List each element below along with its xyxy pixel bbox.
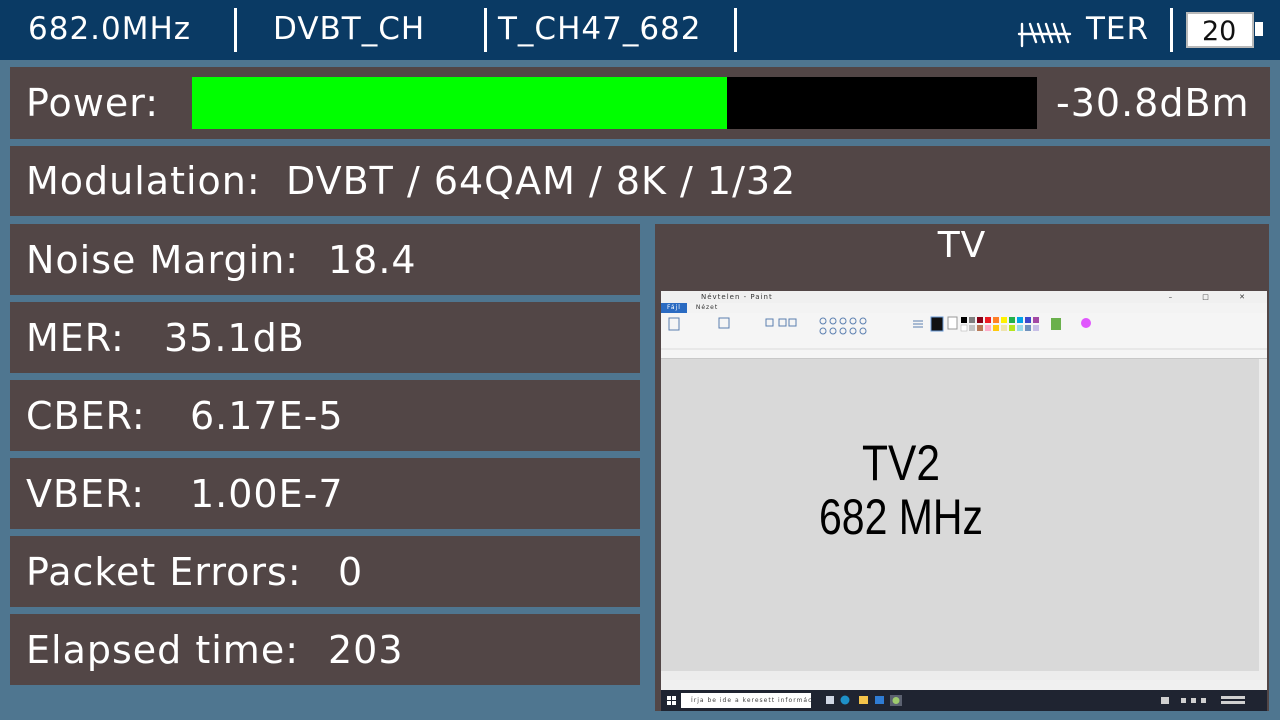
elapsed-time-label: Elapsed time: — [26, 628, 300, 672]
battery-tip — [1255, 22, 1263, 36]
tv-title: TV — [937, 225, 987, 266]
preview-canvas: TV2 682 MHz — [661, 359, 1267, 671]
mer-label: MER: — [26, 316, 125, 360]
noise-margin-label: Noise Margin: — [26, 238, 300, 282]
separator — [484, 8, 487, 52]
channel-table-readout: DVBT_CH — [273, 11, 426, 47]
power-panel: Power: -30.8dBm — [10, 67, 1270, 139]
preview-titlebar: Névtelen - Paint – □ ✕ — [661, 291, 1267, 303]
channel-readout: T_CH47_682 — [498, 11, 702, 47]
battery-level: 20 — [1202, 16, 1237, 47]
power-value: -30.8dBm — [1056, 81, 1250, 125]
packet-errors-row: Packet Errors: 0 — [10, 536, 640, 607]
modulation-value: DVBT / 64QAM / 8K / 1/32 — [286, 159, 797, 203]
antenna-icon — [1017, 22, 1072, 48]
vber-row: VBER: 1.00E-7 — [10, 458, 640, 529]
packet-errors-value: 0 — [338, 550, 364, 594]
preview-ribbon — [661, 313, 1267, 359]
noise-margin-row: Noise Margin: 18.4 — [10, 224, 640, 295]
taskbar-apps-icon — [826, 695, 902, 706]
power-bar-fill — [192, 77, 727, 129]
cber-row: CBER: 6.17E-5 — [10, 380, 640, 451]
preview-text-line1: TV2 — [862, 435, 940, 491]
packet-errors-label: Packet Errors: — [26, 550, 302, 594]
preview-horizontal-scrollbar — [661, 671, 1267, 680]
mer-value: 35.1dB — [164, 316, 305, 360]
windows-start-icon — [667, 696, 676, 705]
cber-value: 6.17E-5 — [190, 394, 344, 438]
power-label: Power: — [26, 81, 160, 125]
power-bar — [192, 77, 1037, 129]
battery-icon: 20 — [1186, 12, 1254, 48]
separator — [734, 8, 737, 52]
band-indicator: TER — [1086, 11, 1150, 47]
preview-statusbar — [661, 680, 1267, 690]
noise-margin-value: 18.4 — [328, 238, 417, 282]
separator — [234, 8, 237, 52]
window-controls-icon: – □ ✕ — [1168, 293, 1259, 301]
vber-label: VBER: — [26, 472, 146, 516]
system-tray-icon — [1161, 696, 1245, 704]
preview-tab-view: Nézet — [695, 304, 719, 311]
tv-panel: TV Névtelen - Paint – □ ✕ Fájl Nézet TV2… — [655, 224, 1269, 711]
preview-tabs: Fájl Nézet — [661, 303, 1267, 313]
separator — [1170, 8, 1173, 52]
modulation-label: Modulation: — [26, 159, 261, 203]
preview-text-line2: 682 MHz — [818, 489, 984, 545]
mer-row: MER: 35.1dB — [10, 302, 640, 373]
preview-vertical-scrollbar — [1259, 359, 1267, 671]
preview-tab-file: Fájl — [661, 303, 687, 313]
preview-window-title: Névtelen - Paint — [701, 293, 773, 301]
modulation-panel: Modulation: DVBT / 64QAM / 8K / 1/32 — [10, 146, 1270, 216]
elapsed-time-value: 203 — [328, 628, 404, 672]
status-bar: 682.0MHz DVBT_CH T_CH47_682 TER 20 — [0, 0, 1280, 60]
taskbar-search-box: Írja be ide a keresett információt — [681, 693, 811, 708]
preview-taskbar: Írja be ide a keresett információt — [661, 690, 1267, 711]
elapsed-time-row: Elapsed time: 203 — [10, 614, 640, 685]
ribbon-tools-icon — [661, 316, 1267, 350]
frequency-readout: 682.0MHz — [28, 11, 192, 47]
vber-value: 1.00E-7 — [190, 472, 344, 516]
cber-label: CBER: — [26, 394, 146, 438]
tv-preview: Névtelen - Paint – □ ✕ Fájl Nézet TV2 68… — [661, 291, 1267, 711]
